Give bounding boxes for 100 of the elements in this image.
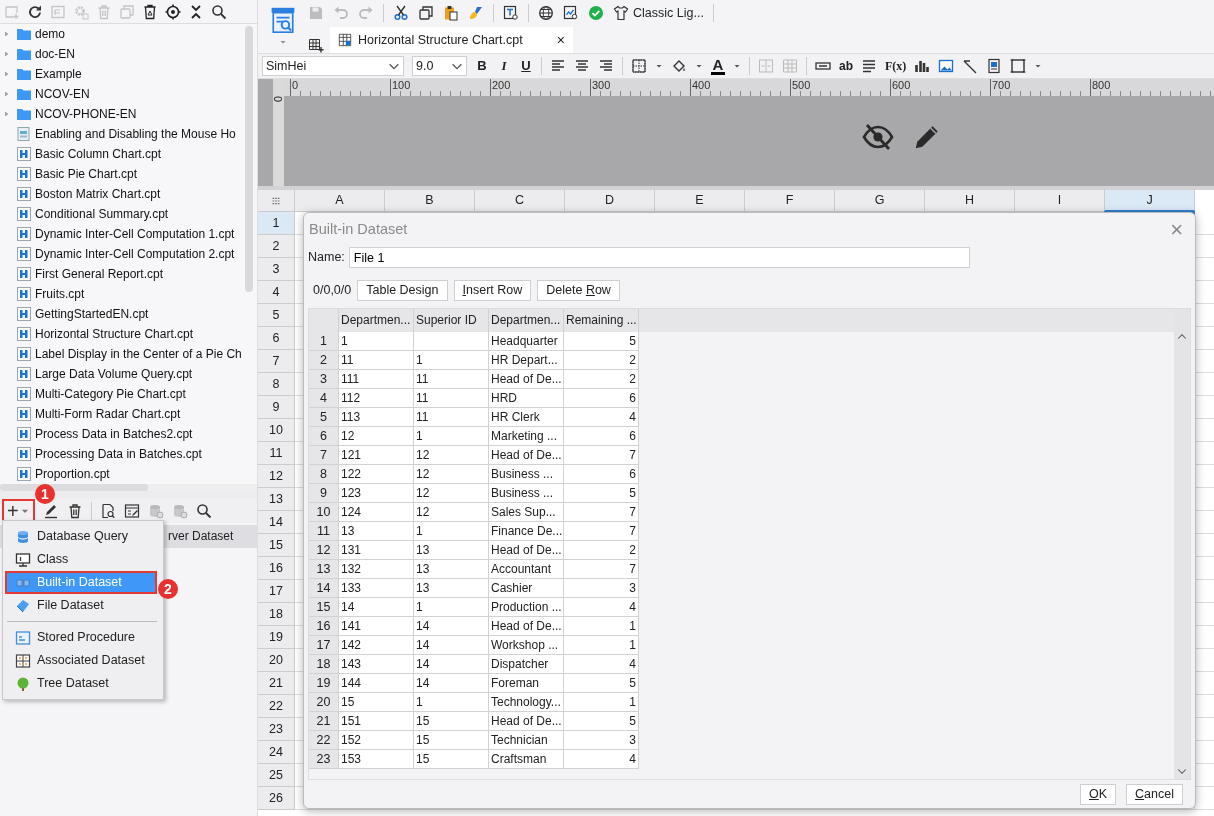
fill-color-icon[interactable] [671,58,687,74]
row-header[interactable]: 12 [258,465,295,488]
formula-button[interactable]: F(x) [885,58,907,74]
row-header[interactable]: 9 [258,396,295,419]
bar-chart-icon[interactable] [914,58,931,74]
row-header[interactable]: 10 [258,419,295,442]
column-header[interactable]: B [385,190,475,212]
column-header[interactable]: E [655,190,745,212]
tree-item[interactable]: Conditional Summary.cpt [35,206,169,222]
align-center-icon[interactable] [574,58,590,74]
tree-item[interactable]: Label Display in the Center of a Pie Ch [35,346,242,362]
edit-icon[interactable] [42,503,59,519]
row-header[interactable]: 3 [258,258,295,281]
row-header[interactable]: 22 [258,695,295,718]
copy-icon[interactable] [418,5,434,21]
row-header[interactable]: 23 [258,718,295,741]
theme-button[interactable]: Classic Lig... [613,3,704,23]
tree-item[interactable]: Example [35,66,82,82]
window-edit-icon[interactable] [123,503,140,519]
scrollbar[interactable] [245,26,253,292]
row-header[interactable]: 5 [258,304,295,327]
tree-item[interactable]: Large Data Volume Query.cpt [35,366,193,382]
tree-item[interactable]: Enabling and Disabling the Mouse Ho [35,126,236,142]
row-header[interactable]: 8 [258,373,295,396]
row-header[interactable]: 17 [258,580,295,603]
font-select[interactable]: SimHei [262,56,404,76]
bold-button[interactable]: B [475,58,489,74]
text-tool-button[interactable]: ab [839,58,853,74]
column-header[interactable]: Remaining ... [564,308,639,332]
preview-icon[interactable] [99,503,116,519]
frame-icon[interactable] [1010,58,1027,74]
text-frame-icon[interactable] [503,5,519,21]
underline-button[interactable]: U [519,58,533,74]
search-icon[interactable] [211,3,227,20]
align-left-icon[interactable] [550,58,566,74]
column-header[interactable]: H [925,190,1015,212]
paste-icon[interactable] [443,5,459,21]
check-icon[interactable] [588,5,604,21]
menu-item[interactable]: Tree Dataset [5,672,157,695]
tree-item[interactable]: First General Report.cpt [35,266,164,282]
row-header[interactable]: 2 [258,235,295,258]
column-header[interactable]: Departmen... [489,308,564,332]
row-header[interactable]: 26 [258,787,295,810]
column-header[interactable]: Superior ID [414,308,489,332]
menu-item[interactable]: Associated Dataset [5,649,157,672]
row-header[interactable]: 13 [258,488,295,511]
italic-button[interactable]: I [497,58,511,74]
insert-row-button[interactable]: Insert Row [453,280,532,302]
row-header[interactable]: 19 [258,626,295,649]
column-header[interactable]: G [835,190,925,212]
name-field[interactable]: File 1 [348,247,970,269]
tree-item[interactable]: Basic Column Chart.cpt [35,146,162,162]
chart-preview-icon[interactable] [563,5,579,21]
document-icon[interactable] [986,58,1003,74]
column-header[interactable]: C [475,190,565,212]
caret-icon[interactable] [278,38,288,46]
delete-row-button[interactable]: Delete Row [537,280,620,302]
row-header[interactable]: 7 [258,350,295,373]
row-header[interactable]: 25 [258,764,295,787]
row-header[interactable]: 21 [258,672,295,695]
document-tab[interactable]: Horizontal Structure Chart.cpt × [330,27,573,53]
ok-button[interactable]: OK [1080,783,1117,805]
row-header[interactable]: 14 [258,511,295,534]
column-header[interactable]: I [1015,190,1105,212]
format-painter-icon[interactable] [468,5,484,21]
paragraph-icon[interactable] [861,58,877,74]
tree-item[interactable]: Dynamic Inter-Cell Computation 1.cpt [35,226,235,242]
column-header[interactable]: F [745,190,835,212]
new-sheet-icon[interactable] [308,37,324,53]
cancel-button[interactable]: Cancel [1126,783,1183,805]
row-header[interactable]: 24 [258,741,295,764]
row-header[interactable]: 1 [258,212,295,235]
recycle-bin-icon[interactable] [142,3,158,20]
cut-icon[interactable] [393,5,409,21]
image-icon[interactable] [938,58,955,74]
tree-item[interactable]: NCOV-PHONE-EN [35,106,137,122]
menu-item[interactable]: Database Query [5,525,157,548]
table-design-button[interactable]: Table Design [357,280,448,302]
scrollbar[interactable] [0,484,148,491]
tree-item[interactable]: Basic Pie Chart.cpt [35,166,138,182]
tree-item[interactable]: Boston Matrix Chart.cpt [35,186,161,202]
font-color-button[interactable]: A [711,57,725,75]
row-header[interactable]: 16 [258,557,295,580]
slash-icon[interactable] [962,58,979,74]
row-header[interactable]: 6 [258,327,295,350]
locate-icon[interactable] [165,3,181,20]
refresh-icon[interactable] [27,3,43,20]
menu-item[interactable]: Stored Procedure [5,626,157,649]
globe-icon[interactable] [538,5,554,21]
menu-item[interactable]: File Dataset [5,594,157,617]
row-header[interactable]: 4 [258,281,295,304]
row-header[interactable]: 18 [258,603,295,626]
tree-item[interactable]: Multi-Form Radar Chart.cpt [35,406,181,422]
column-header[interactable]: A [295,190,385,212]
collapse-icon[interactable] [188,3,204,20]
split-cells-icon[interactable] [782,58,798,74]
tree-item[interactable]: Multi-Category Pie Chart.cpt [35,386,186,402]
tree-item[interactable]: Process Data in Batches2.cpt [35,426,193,442]
border-icon[interactable] [631,58,647,74]
tab-label[interactable]: Horizontal Structure Chart.cpt [358,32,523,48]
